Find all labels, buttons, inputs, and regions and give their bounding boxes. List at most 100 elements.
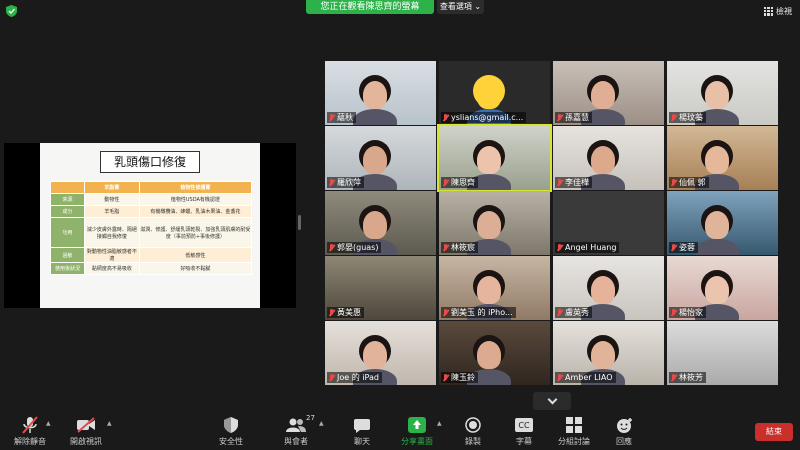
- participant-name: 陳思齊: [451, 178, 475, 187]
- participants-label: 與會者: [284, 437, 308, 446]
- caret-up-icon[interactable]: ▲: [319, 420, 324, 427]
- participant-face: [477, 146, 501, 174]
- record-icon: [465, 417, 481, 433]
- row-label: 過敏: [50, 247, 85, 263]
- participant-body: [695, 239, 739, 255]
- unmute-label: 解除靜音: [14, 437, 46, 446]
- caret-up-icon[interactable]: ▲: [46, 420, 51, 427]
- participant-tile[interactable]: 劉美玉 的 iPho...: [439, 256, 550, 320]
- start-video-button[interactable]: 開啟視訊: [58, 416, 114, 447]
- participant-name: Angel Huang: [565, 243, 617, 252]
- participant-name-tag: 林筱芳: [669, 372, 706, 383]
- participant-face: [591, 81, 615, 109]
- participant-name-tag: 羅欣萍: [327, 177, 364, 188]
- participant-face: [591, 341, 615, 369]
- participant-name-tag: 姿蓉: [669, 242, 698, 253]
- shield-icon: [224, 417, 238, 433]
- participant-tile[interactable]: 林筱芳: [667, 321, 778, 385]
- participant-tile[interactable]: 黃美惠: [325, 256, 436, 320]
- participant-tile[interactable]: 李佳樺: [553, 126, 664, 190]
- row-label: 來源: [50, 193, 85, 206]
- mic-muted-icon: [442, 308, 449, 317]
- participant-name-tag: 楊玟蓁: [669, 112, 706, 123]
- participant-face: [477, 341, 501, 369]
- participant-tile[interactable]: 羅欣萍: [325, 126, 436, 190]
- participant-tile[interactable]: 陳玉鈴: [439, 321, 550, 385]
- participant-face: [477, 276, 501, 304]
- table-row: 過敏 對動物性油脂敏感者不適 低敏感性: [50, 247, 253, 263]
- participant-name-tag: 陳玉鈴: [441, 372, 478, 383]
- participant-name-tag: 郭晏(guas): [327, 242, 382, 253]
- participant-face: [705, 276, 729, 304]
- participant-name: 盧英秀: [565, 308, 589, 317]
- mic-muted-icon: [22, 416, 38, 434]
- split-resize-handle[interactable]: [298, 215, 301, 230]
- breakout-rooms-button[interactable]: 分組討論: [546, 416, 602, 447]
- table-cell: 低敏感性: [138, 247, 253, 263]
- participant-name: 劉美玉 的 iPho...: [451, 308, 513, 317]
- participant-name-tag: Joe 的 iPad: [327, 372, 382, 383]
- participant-name-tag: 李佳樺: [555, 177, 592, 188]
- mic-muted-icon: [442, 373, 449, 382]
- start-video-label: 開啟視訊: [70, 437, 102, 446]
- table-row: 功用 減少皮膚外露時、隔絕接觸自我修復 滋潤、修護、舒緩乳頭乾裂、加強乳頭肌膚的…: [50, 217, 253, 248]
- participant-name: 李佳樺: [565, 178, 589, 187]
- row-label: 使用後狀況: [50, 262, 85, 275]
- participant-tile[interactable]: 楊玟蓁: [667, 61, 778, 125]
- participant-name: Amber LIAO: [565, 373, 613, 382]
- participant-tile[interactable]: 林筱宸: [439, 191, 550, 255]
- participant-name: 林筱宸: [451, 243, 475, 252]
- mic-muted-icon: [556, 373, 563, 382]
- caret-up-icon[interactable]: ▲: [437, 420, 442, 427]
- participant-name: 林筱芳: [679, 373, 703, 382]
- shield-icon[interactable]: [6, 5, 17, 17]
- chat-button[interactable]: 聊天: [334, 416, 390, 447]
- end-meeting-button[interactable]: 結束: [755, 423, 793, 441]
- presentation-slide: 乳頭傷口修復 羊脂膏 植物性修護膏 來源 動物性 植物性USDA有機認證 成分 …: [40, 143, 260, 308]
- participant-name-tag: 盧英秀: [555, 307, 592, 318]
- reactions-button[interactable]: 回應: [596, 416, 652, 447]
- caret-up-icon[interactable]: ▲: [107, 420, 112, 427]
- share-screen-icon: [408, 417, 426, 433]
- participant-name-tag: 林筱宸: [441, 242, 478, 253]
- participant-tile[interactable]: 孫嘉慧: [553, 61, 664, 125]
- participant-tile[interactable]: 姿蓉: [667, 191, 778, 255]
- mic-muted-icon: [670, 373, 677, 382]
- table-header: 植物性修護膏: [138, 181, 253, 194]
- mic-muted-icon: [328, 308, 335, 317]
- security-button[interactable]: 安全性: [203, 416, 259, 447]
- participant-tile[interactable]: 郭晏(guas): [325, 191, 436, 255]
- mic-muted-icon: [328, 373, 335, 382]
- participant-face: [705, 81, 729, 109]
- participant-tile[interactable]: Amber LIAO: [553, 321, 664, 385]
- table-cell: 黏稠度高不易吸收: [84, 262, 140, 275]
- mic-muted-icon: [328, 178, 335, 187]
- slide-title: 乳頭傷口修復: [100, 151, 200, 173]
- participant-tile[interactable]: 蘊秋: [325, 61, 436, 125]
- participant-name-tag: 楊怡家: [669, 307, 706, 318]
- breakout-rooms-icon: [566, 417, 582, 433]
- participant-tile[interactable]: Joe 的 iPad: [325, 321, 436, 385]
- participant-tile[interactable]: 仙佩 郭: [667, 126, 778, 190]
- participants-button[interactable]: 27 與會者: [268, 414, 324, 447]
- participant-tile[interactable]: 楊怡家: [667, 256, 778, 320]
- participant-tile[interactable]: Angel Huang: [553, 191, 664, 255]
- view-options-button[interactable]: 查看選項 ⌄: [437, 0, 484, 14]
- table-cell: 有機橄欖油、蜂蠟、乳油木果油、金盞花: [138, 205, 253, 218]
- participant-tile[interactable]: yslians@gmail.c...: [439, 61, 550, 125]
- mic-muted-icon: [670, 308, 677, 317]
- participant-tile[interactable]: 盧英秀: [553, 256, 664, 320]
- record-button[interactable]: 錄製: [445, 416, 501, 447]
- participant-tile[interactable]: 陳思齊: [437, 124, 552, 192]
- table-cell: 植物性USDA有機認證: [138, 193, 253, 206]
- mic-muted-icon: [670, 178, 677, 187]
- participant-face: [363, 81, 387, 109]
- collapse-toolbar-button[interactable]: [533, 392, 571, 410]
- view-button[interactable]: 檢視: [764, 4, 792, 18]
- shared-screen[interactable]: 乳頭傷口修復 羊脂膏 植物性修護膏 來源 動物性 植物性USDA有機認證 成分 …: [4, 143, 296, 308]
- participant-face: [477, 81, 501, 109]
- participant-name-tag: 仙佩 郭: [669, 177, 709, 188]
- captions-button[interactable]: CC 字幕: [496, 416, 552, 447]
- mic-muted-icon: [328, 113, 335, 122]
- smiley-plus-icon: [616, 417, 632, 433]
